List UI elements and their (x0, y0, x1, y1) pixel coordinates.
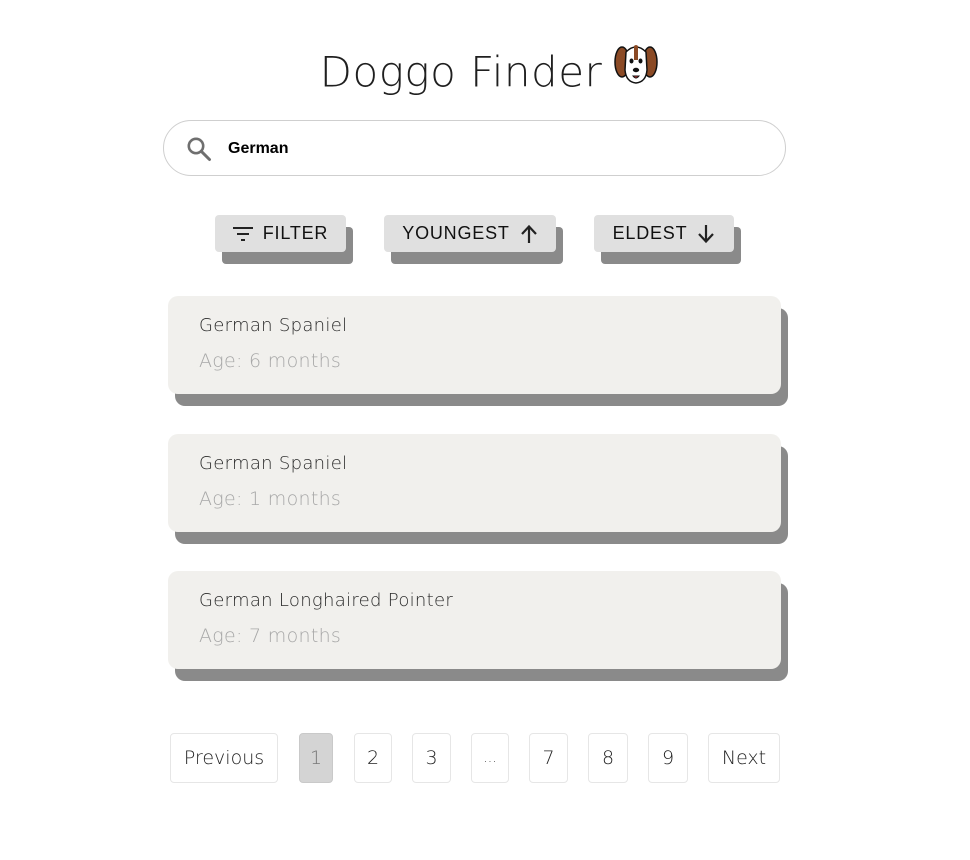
arrow-down-icon (697, 224, 715, 244)
dog-face-icon (612, 40, 660, 102)
result-card[interactable]: German Spaniel Age: 1 months (168, 434, 781, 532)
breed-name: German Spaniel (199, 453, 348, 474)
page-button-2[interactable]: 2 (354, 733, 392, 783)
page-button-9[interactable]: 9 (648, 733, 688, 783)
search-bar[interactable] (163, 120, 786, 176)
breed-age: Age: 6 months (199, 350, 342, 372)
page-button-3[interactable]: 3 (412, 733, 451, 783)
sort-eldest-button-label: ELDEST (612, 223, 688, 243)
previous-page-button[interactable]: Previous (170, 733, 278, 783)
page-ellipsis: ... (471, 733, 509, 783)
sort-youngest-button[interactable]: YOUNGEST (384, 215, 556, 252)
app-title: Doggo Finder (319, 47, 603, 97)
breed-age: Age: 7 months (199, 625, 342, 647)
arrow-up-icon (520, 224, 538, 244)
sort-youngest-button-label: YOUNGEST (402, 223, 510, 243)
search-icon[interactable] (186, 136, 212, 162)
breed-age: Age: 1 months (199, 488, 342, 510)
search-input[interactable] (228, 133, 748, 165)
breed-name: German Spaniel (199, 315, 348, 336)
sort-eldest-button[interactable]: ELDEST (594, 215, 734, 252)
result-card[interactable]: German Longhaired Pointer Age: 7 months (168, 571, 781, 669)
next-page-button[interactable]: Next (708, 733, 780, 783)
page-button-8[interactable]: 8 (588, 733, 628, 783)
page-title: Doggo Finder (0, 44, 970, 106)
page-button-7[interactable]: 7 (529, 733, 568, 783)
filter-icon (232, 226, 253, 242)
filter-button-label: FILTER (262, 223, 329, 243)
breed-name: German Longhaired Pointer (199, 590, 454, 611)
result-card[interactable]: German Spaniel Age: 6 months (168, 296, 781, 394)
filter-button[interactable]: FILTER (215, 215, 346, 252)
page-button-1[interactable]: 1 (299, 733, 333, 783)
